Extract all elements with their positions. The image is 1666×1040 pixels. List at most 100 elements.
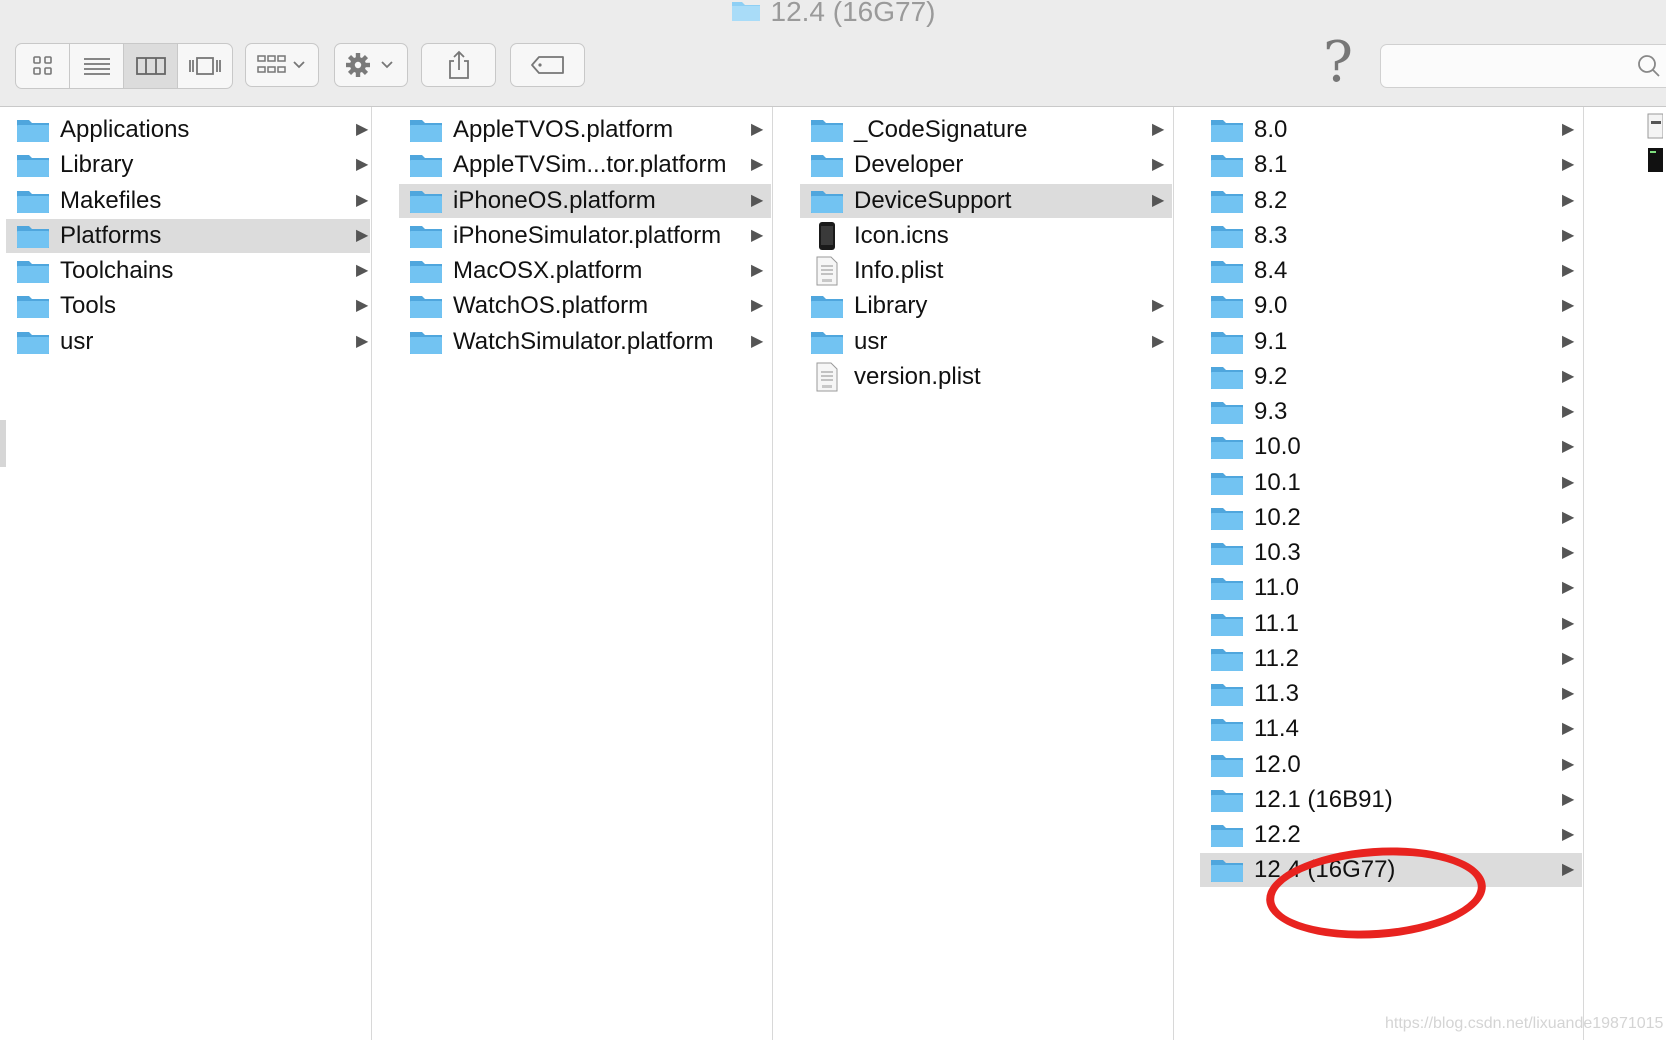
file-row[interactable]: DeviceSupport ▶ — [800, 183, 1172, 218]
file-name: 12.1 (16B91) — [1254, 785, 1393, 813]
browser-column-1: Applications ▶ Library ▶ Makefiles ▶ Platforms… — [6, 107, 372, 1040]
folder-icon — [1210, 856, 1244, 884]
file-row[interactable]: Library ▶ — [6, 148, 370, 182]
file-row[interactable]: iPhoneSimulator.platform ▶ — [399, 219, 771, 253]
file-row[interactable]: 11.2 ▶ — [1200, 642, 1582, 676]
disclosure-arrow-icon: ▶ — [1562, 226, 1575, 244]
file-name: MacOSX.platform — [453, 257, 643, 284]
file-name: 12.2 — [1254, 821, 1301, 848]
file-row[interactable]: 8.2 ▶ — [1200, 184, 1582, 218]
tag-button[interactable] — [510, 43, 585, 87]
file-name: version.plist — [854, 362, 981, 390]
file-row[interactable]: usr ▶ — [800, 325, 1172, 359]
file-name: 10.1 — [1254, 468, 1301, 496]
watermark: https://blog.csdn.net/lixuande19871015 — [1385, 1015, 1664, 1032]
file-name: 9.0 — [1254, 292, 1288, 320]
folder-icon — [1210, 328, 1244, 356]
file-row[interactable]: 12.0 ▶ — [1200, 748, 1582, 782]
folder-icon — [16, 187, 50, 215]
file-row[interactable]: _CodeSignature ▶ — [800, 113, 1172, 147]
file-row[interactable]: 10.2 ▶ — [1200, 501, 1582, 535]
file-name: Icon.icns — [854, 221, 949, 249]
folder-icon — [16, 328, 50, 356]
disclosure-arrow-icon: ▶ — [356, 121, 369, 138]
file-row[interactable]: 9.1 ▶ — [1200, 325, 1582, 359]
file-row[interactable]: version.plist — [800, 360, 1172, 394]
file-row[interactable]: 10.3 ▶ — [1200, 536, 1582, 570]
file-row[interactable]: usr ▶ — [6, 325, 370, 359]
file-row[interactable]: 11.3 ▶ — [1200, 677, 1582, 711]
disclosure-arrow-icon: ▶ — [751, 226, 764, 244]
folder-icon — [1210, 257, 1244, 285]
file-row[interactable]: Tools ▶ — [6, 289, 370, 323]
folder-icon — [16, 292, 50, 320]
file-row[interactable]: 9.3 ▶ — [1200, 395, 1582, 429]
file-row[interactable]: AppleTVSim...tor.platform ▶ — [399, 148, 771, 182]
file-name: WatchSimulator.platform — [453, 327, 714, 355]
file-row[interactable]: iPhoneOS.platform ▶ — [399, 183, 771, 218]
window-toolbar: 12.4 (16G77) ? — [0, 0, 1666, 107]
help-button[interactable]: ? — [1318, 35, 1358, 91]
file-row[interactable]: WatchSimulator.platform ▶ — [399, 325, 771, 359]
file-row[interactable]: 8.4 ▶ — [1200, 254, 1582, 288]
file-row[interactable]: 10.0 ▶ — [1200, 430, 1582, 464]
file-row[interactable]: 10.1 ▶ — [1200, 466, 1582, 500]
file-row[interactable]: 9.2 ▶ — [1200, 360, 1582, 394]
file-row[interactable]: Developer ▶ — [800, 148, 1172, 182]
file-row[interactable]: Toolchains ▶ — [6, 254, 370, 288]
file-row[interactable]: WatchOS.platform ▶ — [399, 289, 771, 323]
folder-icon — [1210, 433, 1244, 461]
folder-icon — [810, 292, 844, 320]
file-name: DeviceSupport — [854, 186, 1012, 214]
file-name: Makefiles — [60, 186, 162, 214]
column-view-button[interactable] — [124, 44, 178, 88]
gear-icon — [346, 53, 393, 77]
preview-column — [1584, 107, 1666, 1040]
file-name: 9.2 — [1254, 362, 1288, 390]
disclosure-arrow-icon: ▶ — [1562, 191, 1575, 209]
folder-icon — [810, 187, 844, 215]
file-row[interactable]: Icon.icns — [800, 219, 1172, 253]
disclosure-arrow-icon: ▶ — [751, 121, 764, 138]
disclosure-arrow-icon: ▶ — [1562, 649, 1575, 667]
file-row[interactable]: 11.1 ▶ — [1200, 607, 1582, 641]
folder-icon — [1210, 504, 1244, 532]
disclosure-arrow-icon: ▶ — [1152, 191, 1165, 209]
disclosure-arrow-icon: ▶ — [1562, 121, 1575, 138]
file-row[interactable]: 8.1 ▶ — [1200, 148, 1582, 182]
file-row[interactable]: AppleTVOS.platform ▶ — [399, 113, 771, 147]
icon-view-button[interactable] — [16, 44, 70, 88]
document-icon — [1647, 113, 1663, 139]
file-row[interactable]: Makefiles ▶ — [6, 184, 370, 218]
action-menu-button[interactable] — [334, 43, 408, 87]
file-row[interactable]: 11.4 ▶ — [1200, 712, 1582, 746]
file-name: Toolchains — [60, 257, 174, 284]
folder-icon — [1210, 610, 1244, 638]
disclosure-arrow-icon: ▶ — [1152, 332, 1165, 350]
folder-icon — [1210, 786, 1244, 814]
folder-icon — [1210, 751, 1244, 779]
file-row[interactable]: 11.0 ▶ — [1200, 571, 1582, 605]
file-row[interactable]: Applications ▶ — [6, 113, 370, 147]
file-row[interactable]: 9.0 ▶ — [1200, 289, 1582, 323]
file-row[interactable]: 12.1 (16B91) ▶ — [1200, 783, 1582, 817]
file-row[interactable]: 8.3 ▶ — [1200, 219, 1582, 253]
file-name: AppleTVSim...tor.platform — [453, 151, 727, 179]
file-row[interactable]: 8.0 ▶ — [1200, 113, 1582, 147]
plist-file-icon — [810, 256, 844, 286]
list-view-button[interactable] — [70, 44, 124, 88]
file-row[interactable]: Info.plist — [800, 254, 1172, 288]
share-button[interactable] — [421, 43, 496, 87]
disclosure-arrow-icon: ▶ — [1562, 544, 1575, 561]
search-field[interactable] — [1380, 44, 1666, 88]
file-row[interactable]: MacOSX.platform ▶ — [399, 254, 771, 288]
folder-icon — [1210, 222, 1244, 250]
search-input[interactable] — [1393, 53, 1627, 81]
file-row[interactable]: Library ▶ — [800, 289, 1172, 323]
file-name: 9.1 — [1254, 327, 1288, 355]
disclosure-arrow-icon: ▶ — [1562, 826, 1575, 843]
file-row[interactable]: Platforms ▶ — [6, 218, 370, 253]
gallery-view-button[interactable] — [178, 44, 232, 88]
file-name: Applications — [60, 116, 190, 143]
group-by-button[interactable] — [245, 43, 319, 87]
